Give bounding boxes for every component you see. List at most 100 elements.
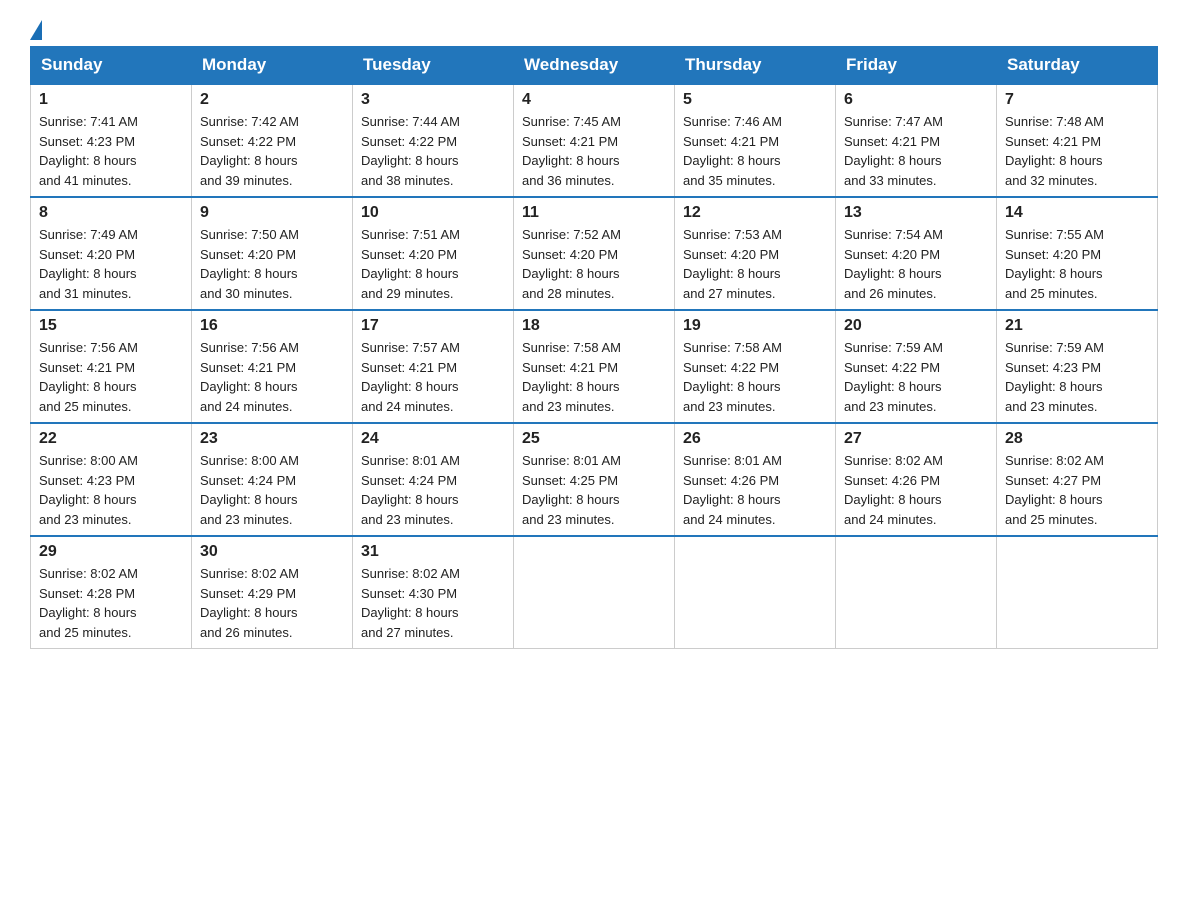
calendar-cell: 5 Sunrise: 7:46 AM Sunset: 4:21 PM Dayli…	[675, 84, 836, 197]
calendar-cell	[836, 536, 997, 649]
day-info: Sunrise: 7:57 AM Sunset: 4:21 PM Dayligh…	[361, 338, 505, 416]
calendar-cell: 31 Sunrise: 8:02 AM Sunset: 4:30 PM Dayl…	[353, 536, 514, 649]
header	[30, 20, 1158, 36]
day-number: 29	[39, 543, 183, 561]
day-info: Sunrise: 8:02 AM Sunset: 4:26 PM Dayligh…	[844, 451, 988, 529]
logo-top-row	[30, 20, 42, 36]
calendar-cell: 18 Sunrise: 7:58 AM Sunset: 4:21 PM Dayl…	[514, 310, 675, 423]
day-number: 14	[1005, 204, 1149, 222]
day-info: Sunrise: 7:44 AM Sunset: 4:22 PM Dayligh…	[361, 112, 505, 190]
day-number: 20	[844, 317, 988, 335]
day-number: 10	[361, 204, 505, 222]
calendar-cell: 4 Sunrise: 7:45 AM Sunset: 4:21 PM Dayli…	[514, 84, 675, 197]
day-number: 19	[683, 317, 827, 335]
week-row-5: 29 Sunrise: 8:02 AM Sunset: 4:28 PM Dayl…	[31, 536, 1158, 649]
calendar-body: 1 Sunrise: 7:41 AM Sunset: 4:23 PM Dayli…	[31, 84, 1158, 649]
calendar-cell: 30 Sunrise: 8:02 AM Sunset: 4:29 PM Dayl…	[192, 536, 353, 649]
calendar-cell: 8 Sunrise: 7:49 AM Sunset: 4:20 PM Dayli…	[31, 197, 192, 310]
day-info: Sunrise: 7:58 AM Sunset: 4:21 PM Dayligh…	[522, 338, 666, 416]
calendar-cell: 26 Sunrise: 8:01 AM Sunset: 4:26 PM Dayl…	[675, 423, 836, 536]
day-number: 7	[1005, 91, 1149, 109]
day-number: 17	[361, 317, 505, 335]
day-info: Sunrise: 7:48 AM Sunset: 4:21 PM Dayligh…	[1005, 112, 1149, 190]
day-number: 26	[683, 430, 827, 448]
day-number: 23	[200, 430, 344, 448]
day-number: 28	[1005, 430, 1149, 448]
day-info: Sunrise: 7:52 AM Sunset: 4:20 PM Dayligh…	[522, 225, 666, 303]
calendar-cell: 15 Sunrise: 7:56 AM Sunset: 4:21 PM Dayl…	[31, 310, 192, 423]
calendar-cell: 14 Sunrise: 7:55 AM Sunset: 4:20 PM Dayl…	[997, 197, 1158, 310]
calendar-cell: 13 Sunrise: 7:54 AM Sunset: 4:20 PM Dayl…	[836, 197, 997, 310]
day-info: Sunrise: 7:55 AM Sunset: 4:20 PM Dayligh…	[1005, 225, 1149, 303]
calendar-cell: 17 Sunrise: 7:57 AM Sunset: 4:21 PM Dayl…	[353, 310, 514, 423]
day-info: Sunrise: 7:46 AM Sunset: 4:21 PM Dayligh…	[683, 112, 827, 190]
calendar-cell: 19 Sunrise: 7:58 AM Sunset: 4:22 PM Dayl…	[675, 310, 836, 423]
day-info: Sunrise: 7:59 AM Sunset: 4:23 PM Dayligh…	[1005, 338, 1149, 416]
header-wednesday: Wednesday	[514, 47, 675, 85]
day-number: 22	[39, 430, 183, 448]
day-number: 3	[361, 91, 505, 109]
day-info: Sunrise: 7:56 AM Sunset: 4:21 PM Dayligh…	[39, 338, 183, 416]
week-row-2: 8 Sunrise: 7:49 AM Sunset: 4:20 PM Dayli…	[31, 197, 1158, 310]
day-number: 16	[200, 317, 344, 335]
day-number: 25	[522, 430, 666, 448]
logo-triangle-icon	[30, 20, 42, 40]
calendar-cell: 20 Sunrise: 7:59 AM Sunset: 4:22 PM Dayl…	[836, 310, 997, 423]
day-info: Sunrise: 7:49 AM Sunset: 4:20 PM Dayligh…	[39, 225, 183, 303]
day-number: 1	[39, 91, 183, 109]
header-sunday: Sunday	[31, 47, 192, 85]
calendar-cell: 12 Sunrise: 7:53 AM Sunset: 4:20 PM Dayl…	[675, 197, 836, 310]
day-number: 9	[200, 204, 344, 222]
day-info: Sunrise: 7:50 AM Sunset: 4:20 PM Dayligh…	[200, 225, 344, 303]
day-number: 4	[522, 91, 666, 109]
calendar-cell: 3 Sunrise: 7:44 AM Sunset: 4:22 PM Dayli…	[353, 84, 514, 197]
header-thursday: Thursday	[675, 47, 836, 85]
day-number: 18	[522, 317, 666, 335]
day-info: Sunrise: 8:02 AM Sunset: 4:27 PM Dayligh…	[1005, 451, 1149, 529]
calendar-cell: 27 Sunrise: 8:02 AM Sunset: 4:26 PM Dayl…	[836, 423, 997, 536]
calendar-cell: 28 Sunrise: 8:02 AM Sunset: 4:27 PM Dayl…	[997, 423, 1158, 536]
day-info: Sunrise: 8:01 AM Sunset: 4:25 PM Dayligh…	[522, 451, 666, 529]
day-info: Sunrise: 8:02 AM Sunset: 4:30 PM Dayligh…	[361, 564, 505, 642]
calendar-cell: 21 Sunrise: 7:59 AM Sunset: 4:23 PM Dayl…	[997, 310, 1158, 423]
calendar-cell: 10 Sunrise: 7:51 AM Sunset: 4:20 PM Dayl…	[353, 197, 514, 310]
calendar-cell: 22 Sunrise: 8:00 AM Sunset: 4:23 PM Dayl…	[31, 423, 192, 536]
day-info: Sunrise: 7:58 AM Sunset: 4:22 PM Dayligh…	[683, 338, 827, 416]
calendar-cell: 23 Sunrise: 8:00 AM Sunset: 4:24 PM Dayl…	[192, 423, 353, 536]
day-number: 12	[683, 204, 827, 222]
day-info: Sunrise: 7:59 AM Sunset: 4:22 PM Dayligh…	[844, 338, 988, 416]
header-row: SundayMondayTuesdayWednesdayThursdayFrid…	[31, 47, 1158, 85]
calendar-cell: 6 Sunrise: 7:47 AM Sunset: 4:21 PM Dayli…	[836, 84, 997, 197]
calendar-cell	[514, 536, 675, 649]
day-number: 11	[522, 204, 666, 222]
day-info: Sunrise: 7:47 AM Sunset: 4:21 PM Dayligh…	[844, 112, 988, 190]
day-number: 27	[844, 430, 988, 448]
calendar-cell: 24 Sunrise: 8:01 AM Sunset: 4:24 PM Dayl…	[353, 423, 514, 536]
calendar-table: SundayMondayTuesdayWednesdayThursdayFrid…	[30, 46, 1158, 649]
calendar-cell: 7 Sunrise: 7:48 AM Sunset: 4:21 PM Dayli…	[997, 84, 1158, 197]
week-row-3: 15 Sunrise: 7:56 AM Sunset: 4:21 PM Dayl…	[31, 310, 1158, 423]
header-tuesday: Tuesday	[353, 47, 514, 85]
day-number: 21	[1005, 317, 1149, 335]
header-saturday: Saturday	[997, 47, 1158, 85]
day-info: Sunrise: 8:00 AM Sunset: 4:23 PM Dayligh…	[39, 451, 183, 529]
header-monday: Monday	[192, 47, 353, 85]
calendar-cell: 25 Sunrise: 8:01 AM Sunset: 4:25 PM Dayl…	[514, 423, 675, 536]
day-number: 2	[200, 91, 344, 109]
logo-stack	[30, 20, 42, 36]
day-number: 8	[39, 204, 183, 222]
day-info: Sunrise: 8:02 AM Sunset: 4:29 PM Dayligh…	[200, 564, 344, 642]
day-info: Sunrise: 7:42 AM Sunset: 4:22 PM Dayligh…	[200, 112, 344, 190]
day-number: 13	[844, 204, 988, 222]
day-info: Sunrise: 7:45 AM Sunset: 4:21 PM Dayligh…	[522, 112, 666, 190]
day-info: Sunrise: 7:54 AM Sunset: 4:20 PM Dayligh…	[844, 225, 988, 303]
day-info: Sunrise: 7:51 AM Sunset: 4:20 PM Dayligh…	[361, 225, 505, 303]
day-number: 24	[361, 430, 505, 448]
calendar-cell: 1 Sunrise: 7:41 AM Sunset: 4:23 PM Dayli…	[31, 84, 192, 197]
logo	[30, 20, 42, 36]
day-info: Sunrise: 8:01 AM Sunset: 4:26 PM Dayligh…	[683, 451, 827, 529]
calendar-cell	[997, 536, 1158, 649]
header-friday: Friday	[836, 47, 997, 85]
day-info: Sunrise: 8:02 AM Sunset: 4:28 PM Dayligh…	[39, 564, 183, 642]
day-number: 5	[683, 91, 827, 109]
